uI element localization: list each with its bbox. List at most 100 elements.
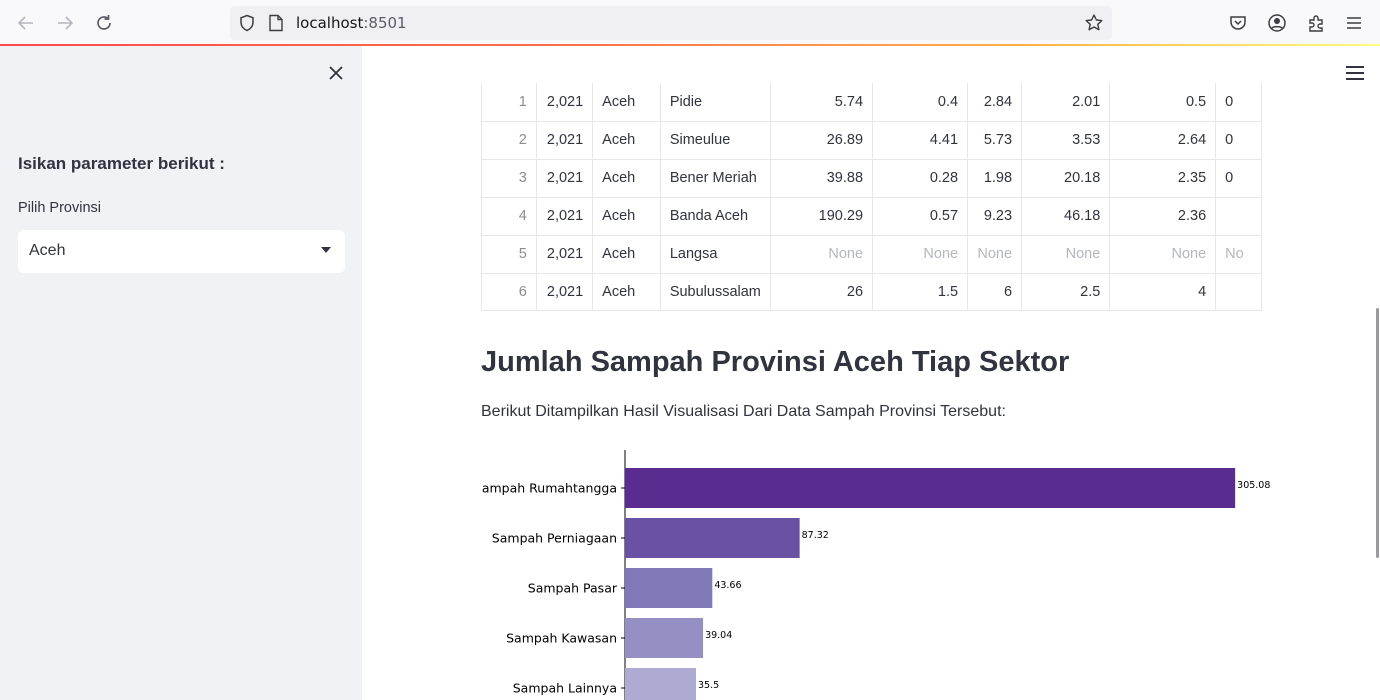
chart-value-label: 43.66	[714, 580, 741, 591]
data-table[interactable]: 1 2,021 Aceh Pidie 5.74 0.4 2.84 2.01 0.5 0 2 2,021…	[481, 83, 1262, 311]
table-cell[interactable]: 2,021	[536, 273, 594, 310]
table-cell[interactable]: 20.18	[1021, 159, 1111, 198]
table-cell[interactable]: 4.41	[872, 121, 969, 160]
table-cell[interactable]: Aceh	[592, 159, 661, 198]
table-cell[interactable]: None	[872, 235, 969, 274]
province-select-value: Aceh	[29, 242, 66, 259]
table-cell[interactable]: 1.5	[872, 273, 969, 310]
table-cell[interactable]: None	[1109, 235, 1217, 274]
table-row[interactable]: 6 2,021 Aceh Subulussalam 26 1.5 6 2.5 4	[482, 273, 1262, 310]
table-cell[interactable]: Pidie	[660, 83, 771, 122]
shield-icon[interactable]	[237, 13, 257, 33]
table-cell[interactable]: Langsa	[660, 235, 771, 274]
table-cell[interactable]: 2.36	[1109, 197, 1217, 236]
caret-down-icon	[321, 247, 331, 253]
table-row[interactable]: 2 2,021 Aceh Simeulue 26.89 4.41 5.73 3.53 2.64 0	[482, 121, 1262, 160]
table-cell[interactable]: 2.84	[967, 83, 1023, 122]
address-bar[interactable]: localhost:8501	[230, 6, 1112, 40]
table-cell[interactable]: 0	[1215, 159, 1262, 198]
row-index-cell[interactable]: 4	[482, 197, 537, 236]
table-cell[interactable]: 190.29	[770, 197, 874, 236]
table-cell[interactable]: 5.74	[770, 83, 874, 122]
main-content: 1 2,021 Aceh Pidie 5.74 0.4 2.84 2.01 0.5 0 2 2,021…	[362, 46, 1380, 700]
table-cell[interactable]: Bener Meriah	[660, 159, 771, 198]
table-cell[interactable]: 46.18	[1021, 197, 1111, 236]
url-text[interactable]: localhost:8501	[296, 14, 407, 32]
table-row[interactable]: 1 2,021 Aceh Pidie 5.74 0.4 2.84 2.01 0.5 0	[482, 83, 1262, 122]
reload-icon[interactable]	[92, 11, 116, 35]
chart-value-label: 39.04	[705, 630, 732, 641]
table-cell[interactable]: 39.88	[770, 159, 874, 198]
chart-bar	[625, 668, 696, 700]
row-index-cell[interactable]: 5	[482, 235, 537, 274]
row-index-cell[interactable]: 1	[482, 83, 537, 122]
chart-category-label: Sampah Perniagaan	[492, 531, 617, 546]
table-row[interactable]: 4 2,021 Aceh Banda Aceh 190.29 0.57 9.23 46.18 2…	[482, 197, 1262, 236]
table-cell[interactable]: 0	[1215, 83, 1262, 122]
chart-category-label: Sampah Pasar	[528, 581, 618, 596]
browser-menu-icon[interactable]	[1342, 11, 1366, 35]
chart-bar	[625, 518, 800, 558]
table-cell[interactable]: 2,021	[536, 235, 594, 274]
table-cell[interactable]: 26	[770, 273, 874, 310]
table-cell[interactable]: None	[1021, 235, 1111, 274]
table-cell[interactable]: 4	[1109, 273, 1217, 310]
table-cell[interactable]: 0.5	[1109, 83, 1217, 122]
row-index-cell[interactable]: 3	[482, 159, 537, 198]
table-row[interactable]: 5 2,021 Aceh Langsa None None None None None No	[482, 235, 1262, 274]
table-cell[interactable]: 5.73	[967, 121, 1023, 160]
table-cell[interactable]: Aceh	[592, 83, 661, 122]
table-cell[interactable]: 0.4	[872, 83, 969, 122]
back-arrow-icon[interactable]	[14, 11, 38, 35]
chart-category-label: Sampah Rumahtangga	[481, 481, 617, 496]
extensions-icon[interactable]	[1304, 11, 1328, 35]
bookmark-star-icon[interactable]	[1084, 13, 1104, 33]
table-cell[interactable]	[1215, 273, 1262, 310]
table-cell[interactable]: 1.98	[967, 159, 1023, 198]
table-cell[interactable]: Simeulue	[660, 121, 771, 160]
hamburger-menu-icon[interactable]	[1346, 66, 1364, 80]
table-row[interactable]: 3 2,021 Aceh Bener Meriah 39.88 0.28 1.98 20.18…	[482, 159, 1262, 198]
table-cell[interactable]: 0.57	[872, 197, 969, 236]
table-cell[interactable]: 6	[967, 273, 1023, 310]
chart-bar	[625, 618, 704, 658]
close-icon[interactable]	[325, 62, 347, 84]
table-cell[interactable]: 2.64	[1109, 121, 1217, 160]
scrollbar[interactable]	[1376, 308, 1379, 558]
table-cell[interactable]: Aceh	[592, 235, 661, 274]
sector-bar-chart: Sampah Rumahtangga 305.08 Sampah Perniagaa…	[481, 450, 1270, 700]
chart-category-label: Sampah Lainnya	[513, 681, 617, 696]
province-select[interactable]: Aceh	[18, 230, 345, 273]
table-cell[interactable]: 0.28	[872, 159, 969, 198]
table-cell[interactable]: Subulussalam	[660, 273, 771, 310]
table-cell[interactable]: 2,021	[536, 83, 594, 122]
account-icon[interactable]	[1265, 11, 1289, 35]
table-cell[interactable]: 3.53	[1021, 121, 1111, 160]
table-cell[interactable]: 9.23	[967, 197, 1023, 236]
table-cell[interactable]: 2.35	[1109, 159, 1217, 198]
section-subtitle: Berikut Ditampilkan Hasil Visualisasi Da…	[481, 403, 1006, 420]
chart-value-label: 87.32	[802, 530, 829, 541]
table-cell[interactable]: 2.01	[1021, 83, 1111, 122]
table-cell[interactable]: Aceh	[592, 197, 661, 236]
row-index-cell[interactable]: 2	[482, 121, 537, 160]
row-index-cell[interactable]: 6	[482, 273, 537, 310]
chart-value-label: 35.5	[698, 680, 719, 691]
browser-toolbar: localhost:8501	[0, 0, 1380, 46]
url-host: localhost	[296, 14, 364, 32]
forward-arrow-icon[interactable]	[53, 11, 77, 35]
table-cell[interactable]: 2,021	[536, 159, 594, 198]
table-cell[interactable]: 2.5	[1021, 273, 1111, 310]
table-cell[interactable]: None	[967, 235, 1023, 274]
table-cell[interactable]: 26.89	[770, 121, 874, 160]
pocket-icon[interactable]	[1226, 11, 1250, 35]
table-cell[interactable]	[1215, 197, 1262, 236]
table-cell[interactable]: 2,021	[536, 121, 594, 160]
table-cell[interactable]: Banda Aceh	[660, 197, 771, 236]
table-cell[interactable]: No	[1215, 235, 1262, 274]
table-cell[interactable]: 0	[1215, 121, 1262, 160]
table-cell[interactable]: Aceh	[592, 121, 661, 160]
table-cell[interactable]: Aceh	[592, 273, 661, 310]
table-cell[interactable]: None	[770, 235, 874, 274]
table-cell[interactable]: 2,021	[536, 197, 594, 236]
